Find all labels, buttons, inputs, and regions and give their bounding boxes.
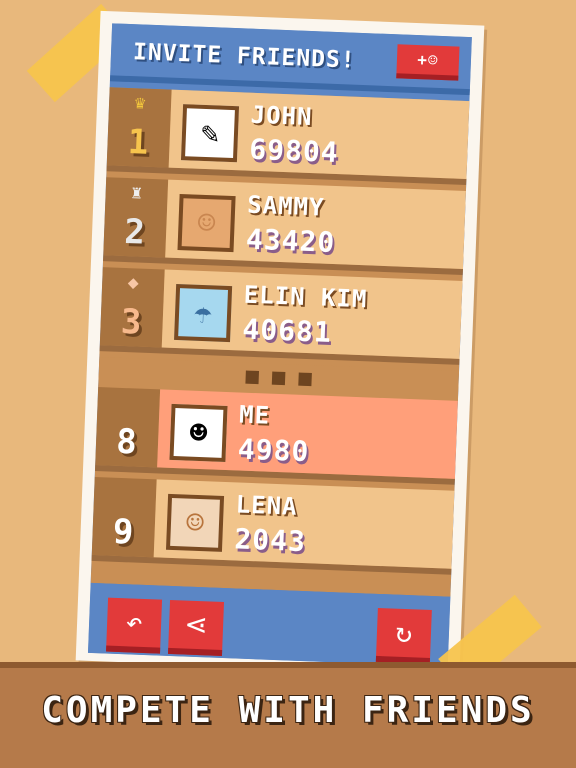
add-friend-icon: +☺ [416,50,439,70]
rank-number: 2 [123,211,147,253]
avatar-icon: ☂ [193,295,213,331]
leaderboard-row-me[interactable]: 8 ☻ ME 4980 [94,387,458,485]
player-name: SAMMY [246,190,326,222]
avatar: ☺ [165,493,225,552]
invite-friend-button[interactable]: +☺ [396,44,460,81]
player-score: 40681 [241,312,333,349]
avatar: ☻ [169,403,228,462]
avatar-icon: ☺ [185,505,205,541]
footer-bar: ↶ ⋖ ↻ [87,582,451,667]
avatar-placeholder-icon: ☺ [196,205,217,241]
refresh-icon: ↻ [394,615,414,650]
player-name: ELIN KIM [243,280,368,314]
avatar: ☺ [177,194,236,253]
rank-number: 3 [120,301,144,343]
player-name: ME [238,400,271,430]
silver-crown-icon: ♜ [130,182,143,204]
rank-number: 1 [127,122,151,163]
back-arrow-icon: ↶ [125,605,144,639]
crown-icon: ♛ [134,92,146,114]
promo-banner: COMPETE WITH FRIENDS [0,662,576,768]
leaderboard-row[interactable]: ♜ 2 ☺ SAMMY 43420 [103,177,466,275]
gem-icon: ◆ [127,272,140,294]
player-name: LENA [235,490,299,521]
player-name: JOHN [250,100,314,132]
header-title: INVITE FRIENDS! [132,39,357,74]
leaderboard-row[interactable]: ♛ 1 ✎ JOHN 69804 [106,87,470,186]
leaderboard-row[interactable]: ◆ 3 ☂ ELIN KIM 40681 [99,267,463,365]
leaderboard-list: ♛ 1 ✎ JOHN 69804 ♜ 2 ☺ SAMMY 43420 ◆ 3 ☂… [90,87,470,597]
share-button[interactable]: ⋖ [167,599,225,657]
refresh-button[interactable]: ↻ [375,607,432,664]
player-score: 4980 [237,432,310,469]
player-score: 69804 [248,132,340,170]
leaderboard-row[interactable]: 9 ☺ LENA 2043 [91,476,455,575]
avatar-icon: ☻ [188,415,209,451]
leaderboard-card: INVITE FRIENDS! +☺ ♛ 1 ✎ JOHN 69804 ♜ 2 … [75,10,485,676]
rank-number: 9 [112,511,136,553]
avatar-icon: ✎ [200,115,220,151]
header: INVITE FRIENDS! +☺ [109,23,472,96]
player-score: 2043 [233,522,307,559]
banner-text: COMPETE WITH FRIENDS [41,690,535,731]
avatar: ✎ [180,104,240,163]
player-score: 43420 [245,222,336,260]
back-button[interactable]: ↶ [106,597,163,654]
avatar: ☂ [174,283,233,343]
share-icon: ⋖ [183,607,209,642]
rank-number: 8 [115,421,139,463]
